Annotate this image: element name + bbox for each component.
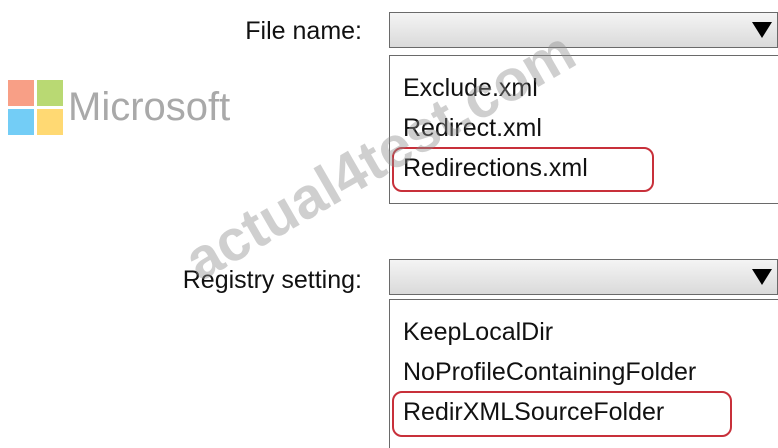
triangle-down-icon[interactable] [747, 260, 777, 294]
file-name-dropdown[interactable] [389, 12, 778, 48]
microsoft-logo-icon [8, 80, 64, 136]
registry-setting-option[interactable]: KeepLocalDir [403, 317, 553, 347]
file-name-option[interactable]: Redirect.xml [403, 113, 542, 143]
microsoft-watermark-text: Microsoft [68, 85, 231, 129]
file-name-option[interactable]: Exclude.xml [403, 73, 538, 103]
answer-highlight-box [392, 147, 654, 192]
registry-setting-dropdown[interactable] [389, 259, 778, 295]
registry-setting-option[interactable]: NoProfileContainingFolder [403, 357, 696, 387]
registry-setting-label: Registry setting: [182, 266, 362, 294]
file-name-label: File name: [245, 17, 362, 45]
triangle-down-icon[interactable] [747, 13, 777, 47]
answer-highlight-box [392, 391, 732, 437]
